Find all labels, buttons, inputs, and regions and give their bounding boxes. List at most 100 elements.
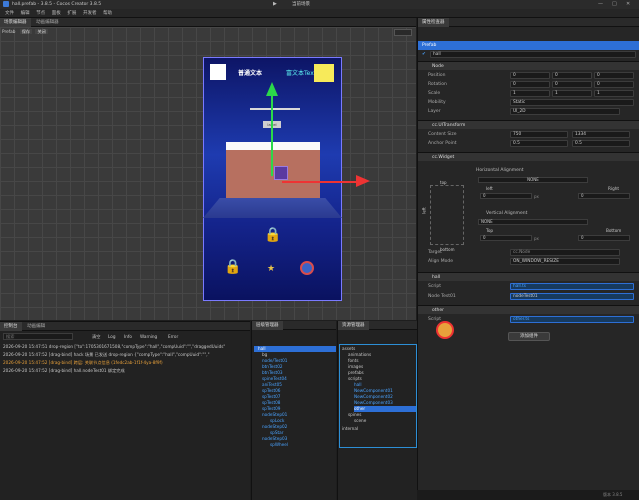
progress-bar[interactable] — [250, 108, 300, 110]
layer-select[interactable]: UI_2D — [510, 108, 620, 115]
normal-text-label[interactable]: 普通文本 — [238, 68, 262, 77]
widget-top-input[interactable]: 0 — [480, 235, 532, 241]
mobility-label: Mobility — [428, 100, 446, 105]
assets-panel: 资源管理器 assets animations fonts images pre… — [337, 321, 417, 500]
scale-row: Scale 1 1 1 — [418, 89, 639, 98]
content-width-input[interactable]: 750 — [510, 131, 568, 138]
uitransform-header[interactable]: cc.UITransform — [418, 120, 639, 129]
align-mode-select[interactable]: ON_WINDOW_RESIZE — [510, 258, 620, 265]
selected-node-sprite[interactable] — [274, 166, 288, 180]
widget-bottom-input[interactable]: 0 — [578, 235, 630, 241]
tab-inspector[interactable]: 属性检查器 — [418, 18, 449, 27]
position-y-input[interactable]: 0 — [552, 72, 592, 79]
horizontal-alignment-select[interactable]: NONE — [478, 177, 588, 183]
widget-left-label: left — [421, 207, 427, 214]
tab-animation[interactable]: 动画编辑 — [23, 322, 49, 331]
scale-x-input[interactable]: 1 — [510, 90, 550, 97]
save-prefab-button[interactable]: 保存 — [19, 29, 33, 34]
console-search-input[interactable]: 搜索 — [3, 333, 73, 340]
console-log-row[interactable]: 2026-09-20 15:47:52 [drag-bind] hack 场景 … — [3, 351, 247, 359]
widget-left-input[interactable]: 0 — [480, 193, 532, 199]
widget-right-input[interactable]: 0 — [578, 193, 630, 199]
view-gizmo-icon[interactable] — [394, 29, 412, 36]
log-filter-checkbox[interactable]: Log — [108, 332, 115, 341]
mobility-select[interactable]: Static — [510, 99, 634, 106]
widget-header[interactable]: cc.Widget — [418, 152, 639, 161]
gizmo-x-arrow-icon[interactable] — [356, 175, 370, 187]
widget-alignment-box[interactable] — [430, 185, 464, 245]
hierarchy-item[interactable]: spWheel — [270, 442, 288, 448]
panel-body[interactable] — [226, 150, 320, 200]
widget-left-unit[interactable]: px — [534, 194, 539, 199]
anchor-y-input[interactable]: 0.5 — [572, 140, 630, 147]
other-component-header[interactable]: other — [418, 305, 639, 314]
position-x-input[interactable]: 0 — [510, 72, 550, 79]
lock-icon[interactable]: 🔒 — [264, 228, 281, 242]
menu-developer[interactable]: 开发者 — [83, 9, 97, 18]
hall-component-title: hall — [432, 275, 441, 280]
menu-panel[interactable]: 面板 — [52, 9, 61, 18]
node-test-field[interactable]: nodeTest01 — [510, 293, 634, 300]
rotation-y-input[interactable]: 0 — [552, 81, 592, 88]
maximize-button[interactable]: □ — [612, 0, 617, 9]
layer-label: Layer — [428, 109, 441, 114]
gizmo-x-axis[interactable] — [282, 181, 358, 183]
menu-file[interactable]: 文件 — [5, 9, 14, 18]
menu-extension[interactable]: 扩展 — [67, 9, 76, 18]
content-height-input[interactable]: 1334 — [572, 131, 630, 138]
tab-hierarchy[interactable]: 层级管理器 — [252, 321, 283, 330]
white-square-sprite[interactable] — [210, 64, 226, 80]
widget-top-unit[interactable]: px — [534, 236, 539, 241]
scale-y-input[interactable]: 1 — [552, 90, 592, 97]
scale-z-input[interactable]: 1 — [594, 90, 634, 97]
position-z-input[interactable]: 0 — [594, 72, 634, 79]
add-component-button[interactable]: 添加组件 — [508, 332, 550, 341]
minimize-button[interactable]: — — [598, 0, 603, 9]
menu-node[interactable]: 节点 — [36, 9, 45, 18]
console-log-row[interactable]: 2026-09-20 15:47:52 [drag-bind] hall.nod… — [3, 367, 247, 375]
rotation-x-input[interactable]: 0 — [510, 81, 550, 88]
target-label: Target — [428, 250, 442, 255]
node-section-header[interactable]: Node — [418, 61, 639, 70]
menu-help[interactable]: 帮助 — [103, 9, 112, 18]
node-active-checkbox[interactable]: ✔ — [422, 50, 426, 59]
warning-filter-checkbox[interactable]: Warning — [140, 332, 157, 341]
vertical-alignment-select[interactable]: NONE — [478, 219, 588, 225]
tab-animation-editor[interactable]: 动画编辑器 — [32, 18, 63, 27]
console-log-row-warning[interactable]: 2026-09-20 15:47:52 [drag-bind] 跨层: 关联节点… — [3, 359, 247, 367]
tab-assets[interactable]: 资源管理器 — [338, 321, 369, 330]
menu-edit[interactable]: 编辑 — [21, 9, 30, 18]
preview-select[interactable]: 当前场景 — [292, 0, 310, 9]
asset-script-selected[interactable]: other — [354, 406, 416, 412]
gizmo-y-arrow-icon[interactable] — [266, 82, 278, 96]
align-mode-label: Align Mode — [428, 259, 453, 264]
tab-scene-editor[interactable]: 场景编辑器 — [0, 18, 31, 27]
play-icon[interactable]: ▶ — [273, 1, 280, 7]
gizmo-y-axis[interactable] — [271, 94, 273, 176]
status-bar: 版本 3.8.5 — [417, 490, 639, 500]
position-label: Position — [428, 73, 446, 78]
hall-script-field[interactable]: hall.ts — [510, 283, 634, 290]
star-icon[interactable]: ★ — [267, 264, 275, 274]
rotation-z-input[interactable]: 0 — [594, 81, 634, 88]
info-filter-checkbox[interactable]: Info — [124, 332, 132, 341]
console-log-row[interactable]: 2026-09-20 15:47:51 drop-region ["to":17… — [3, 343, 247, 351]
lock-small-icon[interactable]: 🔒 — [224, 260, 241, 274]
target-input[interactable]: cc.Node — [510, 249, 620, 256]
rotation-label: Rotation — [428, 82, 447, 87]
rich-text-label[interactable]: 富文本Text — [286, 68, 316, 77]
error-filter-checkbox[interactable]: Error — [168, 332, 178, 341]
yellow-sprite[interactable] — [314, 64, 334, 82]
wheel-icon[interactable] — [300, 261, 314, 275]
close-button[interactable]: ✕ — [626, 0, 630, 9]
other-script-field[interactable]: other.ts — [510, 316, 634, 323]
asset-folder[interactable]: internal — [342, 426, 358, 432]
hall-component-header[interactable]: hall — [418, 272, 639, 281]
content-size-label: Content Size — [428, 132, 457, 137]
asset-scene[interactable]: scene — [354, 418, 366, 424]
close-prefab-button[interactable]: 关闭 — [35, 29, 48, 34]
clear-button[interactable]: 清空 — [92, 332, 100, 341]
anchor-x-input[interactable]: 0.5 — [510, 140, 568, 147]
tab-console[interactable]: 控制台 — [0, 322, 22, 331]
node-name-input[interactable]: hall — [430, 51, 636, 58]
